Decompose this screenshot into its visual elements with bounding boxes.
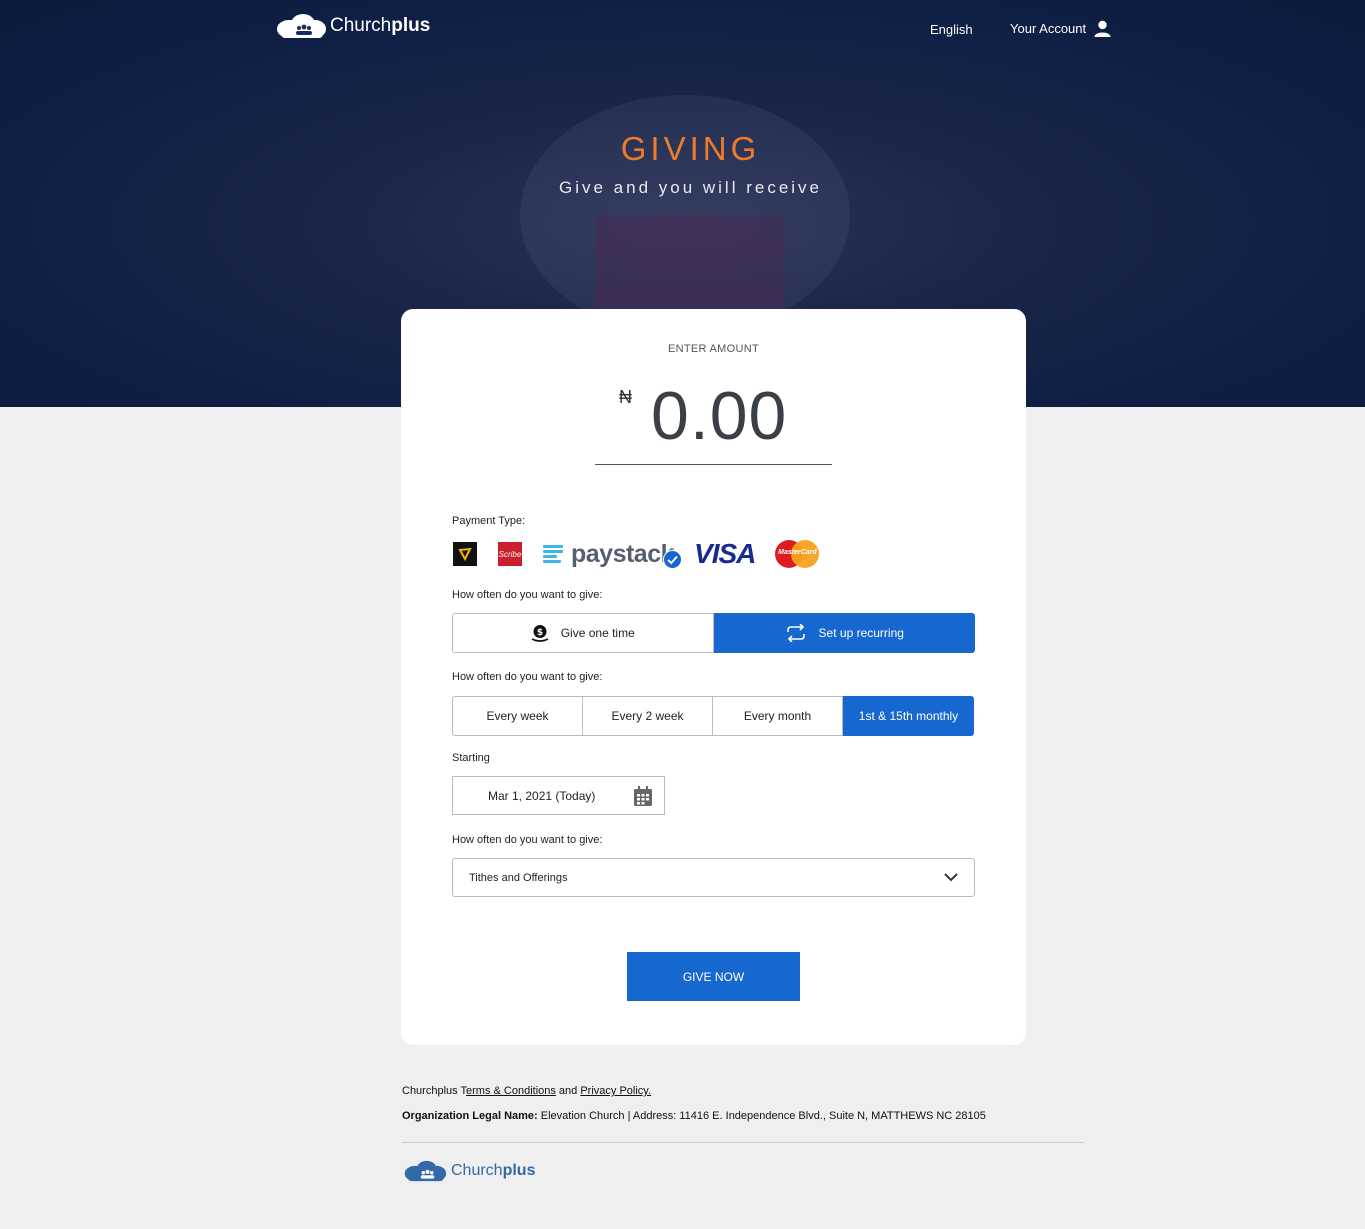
interval-1st-15th-monthly[interactable]: 1st & 15th monthly xyxy=(843,696,974,736)
payment-option-visa[interactable]: VISA xyxy=(694,538,756,570)
amount-input[interactable]: 0.00 xyxy=(651,377,787,455)
bank-logo-icon xyxy=(458,547,472,561)
privacy-link[interactable]: Privacy Policy. xyxy=(580,1085,651,1097)
money-bag-icon: $ xyxy=(531,625,549,642)
mastercard-logo-text: MasterCard xyxy=(778,549,817,556)
payment-option-scribe[interactable]: Scribe xyxy=(498,542,522,566)
footer-brand-name-bold: plus xyxy=(502,1162,536,1179)
interval-label: How often do you want to give: xyxy=(452,671,603,683)
giving-purpose-select[interactable]: Tithes and Offerings xyxy=(452,858,975,897)
start-date-value: Mar 1, 2021 (Today) xyxy=(488,788,596,803)
paystack-logo-icon xyxy=(543,545,563,563)
selected-check-icon xyxy=(663,549,683,569)
give-one-time-button[interactable]: $ Give one time xyxy=(452,613,714,653)
footer-brand-name-light: Church xyxy=(451,1162,503,1179)
purpose-label: How often do you want to give: xyxy=(452,834,603,846)
start-date-picker[interactable]: Mar 1, 2021 (Today) xyxy=(452,776,665,815)
interval-every-2-week[interactable]: Every 2 week xyxy=(583,696,713,736)
amount-underline xyxy=(595,464,832,465)
org-label: Organization Legal Name: xyxy=(402,1110,538,1122)
give-one-time-label: Give one time xyxy=(560,626,635,640)
give-now-button[interactable]: GIVE NOW xyxy=(627,952,800,1001)
language-selector[interactable]: English xyxy=(930,22,973,37)
account-link[interactable]: Your Account xyxy=(1010,20,1111,37)
page-title: GIVING xyxy=(620,130,761,167)
frequency-type-toggle: $ Give one time Set up recurring xyxy=(452,613,975,653)
footer-and: and xyxy=(555,1085,581,1097)
giving-purpose-value: Tithes and Offerings xyxy=(469,871,568,884)
footer-divider xyxy=(402,1142,1084,1143)
footer-legal-links: Churchplus Terms & Conditions and Privac… xyxy=(402,1085,651,1097)
top-nav: Church plus English Your Account xyxy=(0,0,1365,60)
terms-link[interactable]: erms & Conditions xyxy=(466,1085,556,1097)
user-icon xyxy=(1094,20,1111,37)
frequency-type-label: How often do you want to give: xyxy=(452,589,603,601)
scribe-logo-text: Scribe xyxy=(498,549,522,559)
interval-every-week[interactable]: Every week xyxy=(452,696,583,736)
cloud-logo-icon xyxy=(277,14,326,38)
payment-option-mastercard[interactable]: MasterCard xyxy=(775,540,820,568)
interval-every-month[interactable]: Every month xyxy=(713,696,843,736)
calendar-icon xyxy=(634,785,652,806)
paystack-logo-text: paystack xyxy=(571,539,675,568)
currency-symbol: ₦ xyxy=(619,387,632,407)
brand-name-light: Church xyxy=(330,15,392,36)
repeat-icon xyxy=(786,624,805,642)
cloud-logo-icon xyxy=(404,1160,447,1182)
payment-option-bank[interactable] xyxy=(453,542,477,566)
set-up-recurring-label: Set up recurring xyxy=(818,626,904,640)
brand-name-bold: plus xyxy=(391,15,431,36)
brand-logo[interactable]: Church plus xyxy=(275,13,430,39)
giving-card: ENTER AMOUNT ₦ 0.00 Payment Type: Scribe… xyxy=(401,309,1026,1045)
enter-amount-label: ENTER AMOUNT xyxy=(668,343,759,355)
payment-type-label: Payment Type: xyxy=(452,515,526,527)
account-label: Your Account xyxy=(1010,21,1087,36)
payment-methods: Scribe paystack VISA MasterCard xyxy=(453,538,820,570)
footer-brand-logo[interactable]: Church plus xyxy=(402,1160,535,1182)
interval-toggle: Every week Every 2 week Every month 1st … xyxy=(452,696,974,736)
payment-option-paystack[interactable]: paystack xyxy=(543,539,683,569)
footer-prefix: Churchplus T xyxy=(402,1085,466,1097)
svg-text:$: $ xyxy=(537,628,543,638)
page-subtitle: Give and you will receive xyxy=(558,178,823,197)
org-value: Elevation Church | Address: 11416 E. Ind… xyxy=(537,1110,986,1122)
set-up-recurring-button[interactable]: Set up recurring xyxy=(713,613,975,653)
footer-org-info: Organization Legal Name: Elevation Churc… xyxy=(402,1110,986,1122)
chevron-down-icon xyxy=(944,873,958,882)
starting-label: Starting xyxy=(452,752,490,764)
